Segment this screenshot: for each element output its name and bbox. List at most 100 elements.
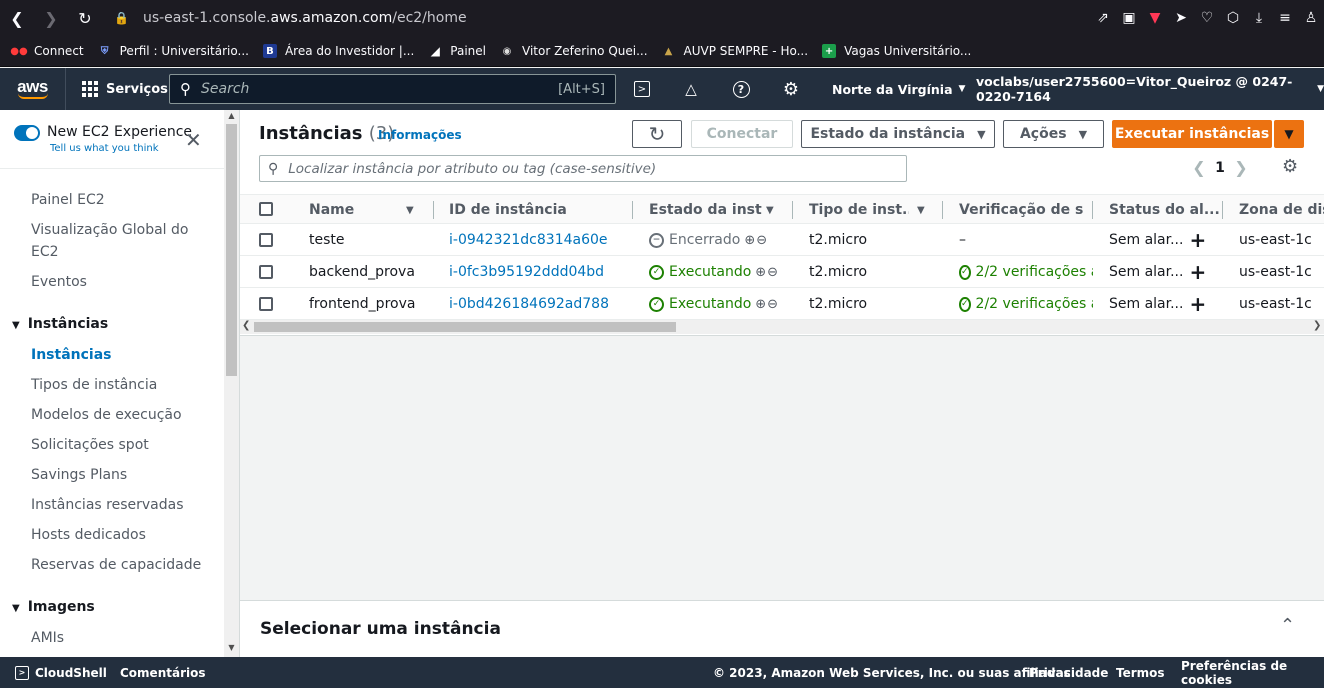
bookmark-item[interactable]: ●● Connect bbox=[10, 44, 83, 58]
bookmark-item[interactable]: + Vagas Universitário... bbox=[822, 44, 971, 58]
sidebar-item-global-view[interactable]: Visualização Global do EC2 bbox=[31, 219, 211, 263]
share-icon[interactable]: ⇗ bbox=[1090, 0, 1116, 36]
gear-icon[interactable]: ⚙ bbox=[776, 68, 806, 110]
reload-icon[interactable]: ↻ bbox=[68, 0, 102, 36]
help-icon[interactable]: ? bbox=[726, 68, 756, 110]
launch-instances-button[interactable]: Executar instâncias bbox=[1112, 120, 1272, 148]
launch-dropdown-button[interactable]: ▼ bbox=[1274, 120, 1304, 148]
column-separator[interactable] bbox=[942, 201, 943, 219]
address-bar[interactable]: us-east-1.console.aws.amazon.com/ec2/hom… bbox=[143, 10, 467, 26]
table-row[interactable]: teste i-0942321dc8314a60e − Encerrado ⊕⊖ t… bbox=[240, 224, 1324, 256]
add-alarm-icon[interactable]: + bbox=[1189, 292, 1206, 316]
column-separator[interactable] bbox=[1222, 201, 1223, 219]
gear-icon[interactable]: ⚙ bbox=[1282, 156, 1298, 177]
sidebar-item-capacity[interactable]: Reservas de capacidade bbox=[31, 554, 211, 576]
aws-logo[interactable]: aws bbox=[0, 68, 66, 110]
cookie-preferences-link[interactable]: Preferências de cookies bbox=[1181, 657, 1324, 688]
refresh-button[interactable]: ↻ bbox=[632, 120, 682, 148]
sidebar-section-instances[interactable]: ▼ Instâncias bbox=[12, 316, 108, 332]
region-selector[interactable]: Norte da Virgínia ▼ bbox=[832, 68, 965, 110]
sidebar-item-spot-requests[interactable]: Solicitações spot bbox=[31, 434, 211, 456]
search-input[interactable]: ⚲ Search [Alt+S] bbox=[169, 74, 616, 104]
page-number[interactable]: 1 bbox=[1212, 160, 1228, 176]
account-icon[interactable]: ♙ bbox=[1298, 0, 1324, 36]
sidebar-item-instances[interactable]: Instâncias bbox=[31, 344, 211, 366]
sort-down-icon[interactable]: ▼ bbox=[406, 195, 418, 225]
services-menu[interactable]: Serviços bbox=[66, 68, 184, 110]
column-separator[interactable] bbox=[632, 201, 633, 219]
scroll-up-icon[interactable]: ▲ bbox=[224, 111, 239, 123]
sidebar-item-dedicated-hosts[interactable]: Hosts dedicados bbox=[31, 524, 211, 546]
feedback-link[interactable]: Tell us what you think bbox=[50, 143, 192, 154]
heart-icon[interactable]: ♡ bbox=[1194, 0, 1220, 36]
info-link[interactable]: Informações bbox=[378, 128, 462, 142]
bookmark-item[interactable]: ⛨ Perfil : Universitário... bbox=[98, 44, 249, 58]
column-header-name[interactable]: Name bbox=[309, 195, 419, 225]
extension-icon[interactable]: ⬡ bbox=[1220, 0, 1246, 36]
cell-instance-id[interactable]: i-0942321dc8314a60e bbox=[449, 224, 608, 256]
cell-instance-id[interactable]: i-0fc3b95192ddd04bd bbox=[449, 256, 604, 288]
table-row[interactable]: frontend_prova i-0bd426184692ad788 ✓ Exec… bbox=[240, 288, 1324, 320]
search-input[interactable]: ⚲ Localizar instância por atributo ou ta… bbox=[259, 155, 907, 182]
column-header-type[interactable]: Tipo de inst... bbox=[809, 195, 909, 225]
column-header-state[interactable]: Estado da inst... bbox=[649, 195, 763, 225]
table-hscrollbar[interactable]: ❮ ❯ bbox=[240, 320, 1324, 334]
chevron-left-icon[interactable]: ❮ bbox=[1186, 158, 1212, 177]
table-row[interactable]: backend_prova i-0fc3b95192ddd04bd ✓ Execu… bbox=[240, 256, 1324, 288]
zoom-icons[interactable]: ⊕⊖ bbox=[755, 297, 779, 312]
zoom-icons[interactable]: ⊕⊖ bbox=[744, 233, 768, 248]
column-header-zone[interactable]: Zona de disp bbox=[1239, 195, 1324, 225]
send-icon[interactable]: ➤ bbox=[1168, 0, 1194, 36]
sidebar-item-amis[interactable]: AMIs bbox=[31, 627, 211, 649]
connect-button[interactable]: Conectar bbox=[691, 120, 793, 148]
chevron-up-icon[interactable]: ⌃ bbox=[1280, 615, 1295, 636]
camera-icon[interactable]: ▣ bbox=[1116, 0, 1142, 36]
sidebar-item-launch-templates[interactable]: Modelos de execução bbox=[31, 404, 211, 426]
privacy-link[interactable]: Privacidade bbox=[1029, 657, 1108, 688]
bookmark-item[interactable]: ▲ AUVP SEMPRE - Ho... bbox=[662, 44, 808, 58]
cloudshell-button[interactable]: > CloudShell bbox=[15, 657, 107, 688]
column-header-status-check[interactable]: Verificação de s... bbox=[959, 195, 1083, 225]
pocket-icon[interactable]: ▼ bbox=[1142, 0, 1168, 36]
chevron-right-icon[interactable]: ❯ bbox=[1228, 158, 1254, 177]
add-alarm-icon[interactable]: + bbox=[1189, 228, 1206, 252]
column-separator[interactable] bbox=[792, 201, 793, 219]
sort-down-icon[interactable]: ▼ bbox=[917, 195, 929, 225]
scroll-thumb[interactable] bbox=[254, 322, 676, 332]
zoom-icons[interactable]: ⊕⊖ bbox=[755, 265, 779, 280]
back-icon[interactable]: ❮ bbox=[0, 0, 34, 36]
sidebar-scrollbar[interactable]: ▲ ▼ bbox=[224, 110, 239, 657]
sidebar-item-savings-plans[interactable]: Savings Plans bbox=[31, 464, 211, 486]
scroll-down-icon[interactable]: ▼ bbox=[224, 643, 239, 655]
close-icon[interactable]: ✕ bbox=[185, 130, 202, 150]
new-experience-toggle[interactable]: New EC2 Experience Tell us what you thin… bbox=[14, 124, 192, 154]
scroll-thumb[interactable] bbox=[226, 124, 237, 376]
scroll-right-icon[interactable]: ❯ bbox=[1313, 320, 1321, 331]
bookmark-item[interactable]: B Área do Investidor |... bbox=[262, 44, 414, 58]
forward-icon[interactable]: ❯ bbox=[34, 0, 68, 36]
menu-icon[interactable]: ≡ bbox=[1272, 0, 1298, 36]
cloudshell-icon[interactable]: > bbox=[627, 68, 657, 110]
cell-instance-id[interactable]: i-0bd426184692ad788 bbox=[449, 288, 609, 320]
download-icon[interactable]: ⤓ bbox=[1246, 0, 1272, 36]
sidebar-item-instance-types[interactable]: Tipos de instância bbox=[31, 374, 211, 396]
sort-down-icon[interactable]: ▼ bbox=[766, 195, 778, 225]
instance-state-button[interactable]: Estado da instância ▼ bbox=[801, 120, 995, 148]
account-menu[interactable]: voclabs/user2755600=Vitor_Queiroz @ 0247… bbox=[976, 68, 1324, 110]
bookmark-item[interactable]: ◢ Painel bbox=[428, 44, 486, 58]
feedback-button[interactable]: Comentários bbox=[120, 657, 206, 688]
add-alarm-icon[interactable]: + bbox=[1189, 260, 1206, 284]
row-checkbox[interactable] bbox=[259, 297, 273, 311]
select-all-checkbox[interactable] bbox=[259, 202, 273, 216]
scroll-left-icon[interactable]: ❮ bbox=[242, 320, 250, 331]
column-header-alarm[interactable]: Status do al... bbox=[1109, 195, 1221, 225]
column-separator[interactable] bbox=[433, 201, 434, 219]
column-separator[interactable] bbox=[1092, 201, 1093, 219]
sidebar-item-painel[interactable]: Painel EC2 bbox=[31, 189, 211, 211]
row-checkbox[interactable] bbox=[259, 233, 273, 247]
actions-button[interactable]: Ações ▼ bbox=[1003, 120, 1104, 148]
terms-link[interactable]: Termos bbox=[1116, 657, 1165, 688]
sidebar-item-reserved[interactable]: Instâncias reservadas bbox=[31, 494, 211, 516]
sidebar-item-events[interactable]: Eventos bbox=[31, 271, 211, 293]
bell-icon[interactable]: △ bbox=[676, 68, 706, 110]
